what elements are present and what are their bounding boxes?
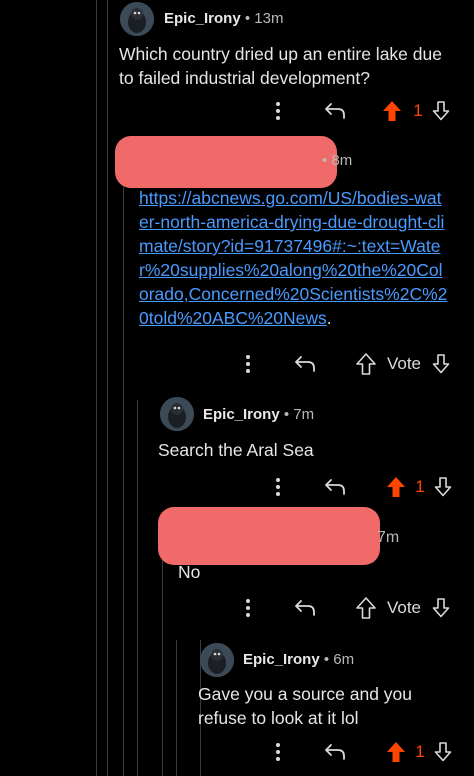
username[interactable]: Epic_Irony xyxy=(164,10,241,27)
downvote-button[interactable] xyxy=(432,739,454,765)
timestamp: 7m xyxy=(293,406,315,423)
upvote-button[interactable] xyxy=(354,595,378,621)
avatar-icon xyxy=(160,397,194,431)
reply-button[interactable] xyxy=(322,98,348,124)
comment-actions: Vote xyxy=(0,595,474,621)
username[interactable]: Epic_Irony xyxy=(243,651,320,668)
downvote-arrow-icon xyxy=(432,598,450,618)
reply-button[interactable] xyxy=(292,595,318,621)
more-options-button[interactable] xyxy=(270,98,286,124)
redacted-username xyxy=(115,136,337,188)
avatar-icon xyxy=(120,2,154,36)
downvote-arrow-icon xyxy=(434,742,452,762)
reply-icon xyxy=(295,600,315,616)
comment-body: No xyxy=(178,562,201,582)
comment-meta: Epic_Irony • 7m xyxy=(203,406,315,423)
comment-actions: Vote xyxy=(0,351,474,377)
username[interactable]: Epic_Irony xyxy=(203,406,280,423)
downvote-button[interactable] xyxy=(430,351,452,377)
reply-icon xyxy=(325,744,345,760)
comment-actions: 1 xyxy=(0,739,474,765)
comment-link[interactable]: https://abcnews.go.com/US/bodies-water-n… xyxy=(139,188,447,328)
comment-body: Gave you a source and you refuse to look… xyxy=(198,684,413,728)
reply-button[interactable] xyxy=(292,351,318,377)
reply-button[interactable] xyxy=(322,474,348,500)
timestamp: 7m xyxy=(377,529,400,546)
vote-score: 1 xyxy=(415,477,425,496)
vote-label: Vote xyxy=(386,354,422,373)
downvote-button[interactable] xyxy=(432,474,454,500)
timestamp: 8m xyxy=(331,152,353,169)
upvote-button[interactable] xyxy=(380,98,404,124)
more-options-button[interactable] xyxy=(240,595,256,621)
more-vertical-icon xyxy=(246,599,250,617)
more-vertical-icon xyxy=(246,355,250,373)
comment-meta: 7m xyxy=(377,529,399,547)
upvote-arrow-icon xyxy=(356,597,376,619)
downvote-arrow-icon xyxy=(432,354,450,374)
more-vertical-icon xyxy=(276,478,280,496)
more-vertical-icon xyxy=(276,743,280,761)
more-vertical-icon xyxy=(276,102,280,120)
comment-body: Search the Aral Sea xyxy=(158,440,314,460)
avatar[interactable] xyxy=(160,397,194,431)
timestamp: 6m xyxy=(333,651,355,668)
downvote-button[interactable] xyxy=(430,98,452,124)
upvote-arrow-icon xyxy=(387,742,405,762)
reply-icon xyxy=(295,356,315,372)
more-options-button[interactable] xyxy=(270,474,286,500)
downvote-arrow-icon xyxy=(432,101,450,121)
redacted-username xyxy=(158,507,380,565)
comment-meta: • 8m xyxy=(322,152,353,169)
vote-score: 1 xyxy=(415,742,425,761)
reply-button[interactable] xyxy=(322,739,348,765)
thread-line xyxy=(137,400,138,776)
vote-score: 1 xyxy=(413,101,423,120)
more-options-button[interactable] xyxy=(240,351,256,377)
thread-line xyxy=(123,150,124,776)
comment-meta: Epic_Irony • 6m xyxy=(243,651,355,668)
comment-actions: 1 xyxy=(0,98,474,124)
avatar[interactable] xyxy=(200,643,234,677)
timestamp: 13m xyxy=(254,10,284,27)
upvote-arrow-icon xyxy=(387,477,405,497)
comment-actions: 1 xyxy=(0,474,474,500)
avatar[interactable] xyxy=(120,2,154,36)
reply-icon xyxy=(325,103,345,119)
more-options-button[interactable] xyxy=(270,739,286,765)
link-suffix: . xyxy=(326,308,332,328)
avatar-icon xyxy=(200,643,234,677)
comment-meta: Epic_Irony • 13m xyxy=(164,10,284,27)
vote-label: Vote xyxy=(386,598,422,617)
upvote-button[interactable] xyxy=(354,351,378,377)
downvote-button[interactable] xyxy=(430,595,452,621)
reply-icon xyxy=(325,479,345,495)
downvote-arrow-icon xyxy=(434,477,452,497)
upvote-arrow-icon xyxy=(356,353,376,375)
upvote-arrow-icon xyxy=(383,101,401,121)
upvote-button[interactable] xyxy=(384,739,408,765)
upvote-button[interactable] xyxy=(384,474,408,500)
comment-body: Which country dried up an entire lake du… xyxy=(119,44,442,88)
